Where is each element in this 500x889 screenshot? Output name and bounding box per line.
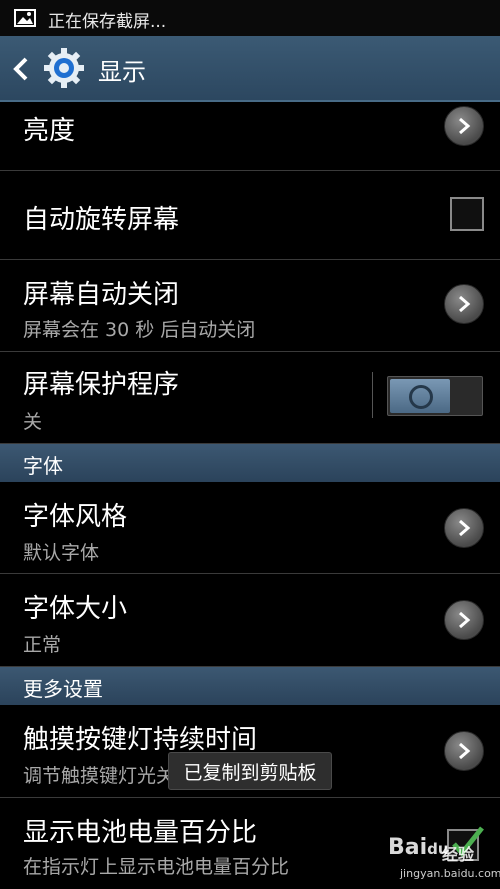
back-icon[interactable] (12, 56, 30, 82)
section-label-font: 字体 (23, 454, 63, 478)
setting-battery-percent-subtitle: 在指示灯上显示电池电量百分比 (23, 856, 290, 878)
status-notification-text: 正在保存截屏... (48, 12, 167, 32)
divider (372, 372, 373, 418)
auto-rotate-checkbox[interactable] (450, 197, 484, 231)
chevron-right-icon (444, 731, 484, 771)
setting-screen-timeout[interactable]: 屏幕自动关闭 屏幕会在 30 秒 后自动关闭 (0, 260, 500, 352)
toggle-knob-ring-icon (409, 385, 433, 409)
setting-screen-timeout-title: 屏幕自动关闭 (23, 280, 180, 310)
setting-font-style[interactable]: 字体风格 默认字体 (0, 482, 500, 574)
screensaver-toggle[interactable] (387, 376, 483, 416)
setting-brightness[interactable]: 亮度 (0, 102, 500, 171)
status-bar: 正在保存截屏... (0, 0, 500, 36)
setting-screensaver[interactable]: 屏幕保护程序 关 (0, 352, 500, 444)
setting-auto-rotate-title: 自动旋转屏幕 (23, 205, 180, 235)
setting-font-style-title: 字体风格 (23, 502, 128, 532)
setting-brightness-title: 亮度 (23, 116, 76, 146)
page-title: 显示 (98, 58, 146, 86)
setting-auto-rotate[interactable]: 自动旋转屏幕 (0, 171, 500, 260)
toggle-knob (390, 379, 450, 413)
image-icon (14, 9, 36, 27)
setting-font-size-title: 字体大小 (23, 594, 128, 624)
settings-gear-icon (44, 48, 84, 88)
watermark-brand: Baidu (388, 835, 449, 860)
baidu-watermark-logo: Baidu 经验 jingyan.baidu.com (388, 835, 500, 885)
chevron-right-icon (444, 600, 484, 640)
setting-font-size[interactable]: 字体大小 正常 (0, 574, 500, 667)
section-label-more: 更多设置 (23, 677, 103, 701)
chevron-right-icon (444, 508, 484, 548)
section-header-more: 更多设置 (0, 667, 500, 705)
setting-font-style-subtitle: 默认字体 (23, 542, 100, 564)
chevron-right-icon (444, 106, 484, 146)
setting-font-size-subtitle: 正常 (23, 634, 62, 656)
toast-message: 已复制到剪贴板 (168, 752, 332, 790)
action-bar: 显示 (0, 36, 500, 102)
watermark-url: jingyan.baidu.com (400, 867, 500, 880)
setting-screensaver-subtitle: 关 (23, 411, 43, 433)
chevron-right-icon (444, 284, 484, 324)
section-header-font: 字体 (0, 444, 500, 482)
setting-touch-key-light-title: 触摸按键灯持续时间 (23, 725, 258, 755)
setting-screen-timeout-subtitle: 屏幕会在 30 秒 后自动关闭 (23, 319, 256, 341)
setting-screensaver-title: 屏幕保护程序 (23, 370, 180, 400)
watermark-cn: 经验 (442, 845, 475, 864)
setting-battery-percent-title: 显示电池电量百分比 (23, 818, 258, 848)
